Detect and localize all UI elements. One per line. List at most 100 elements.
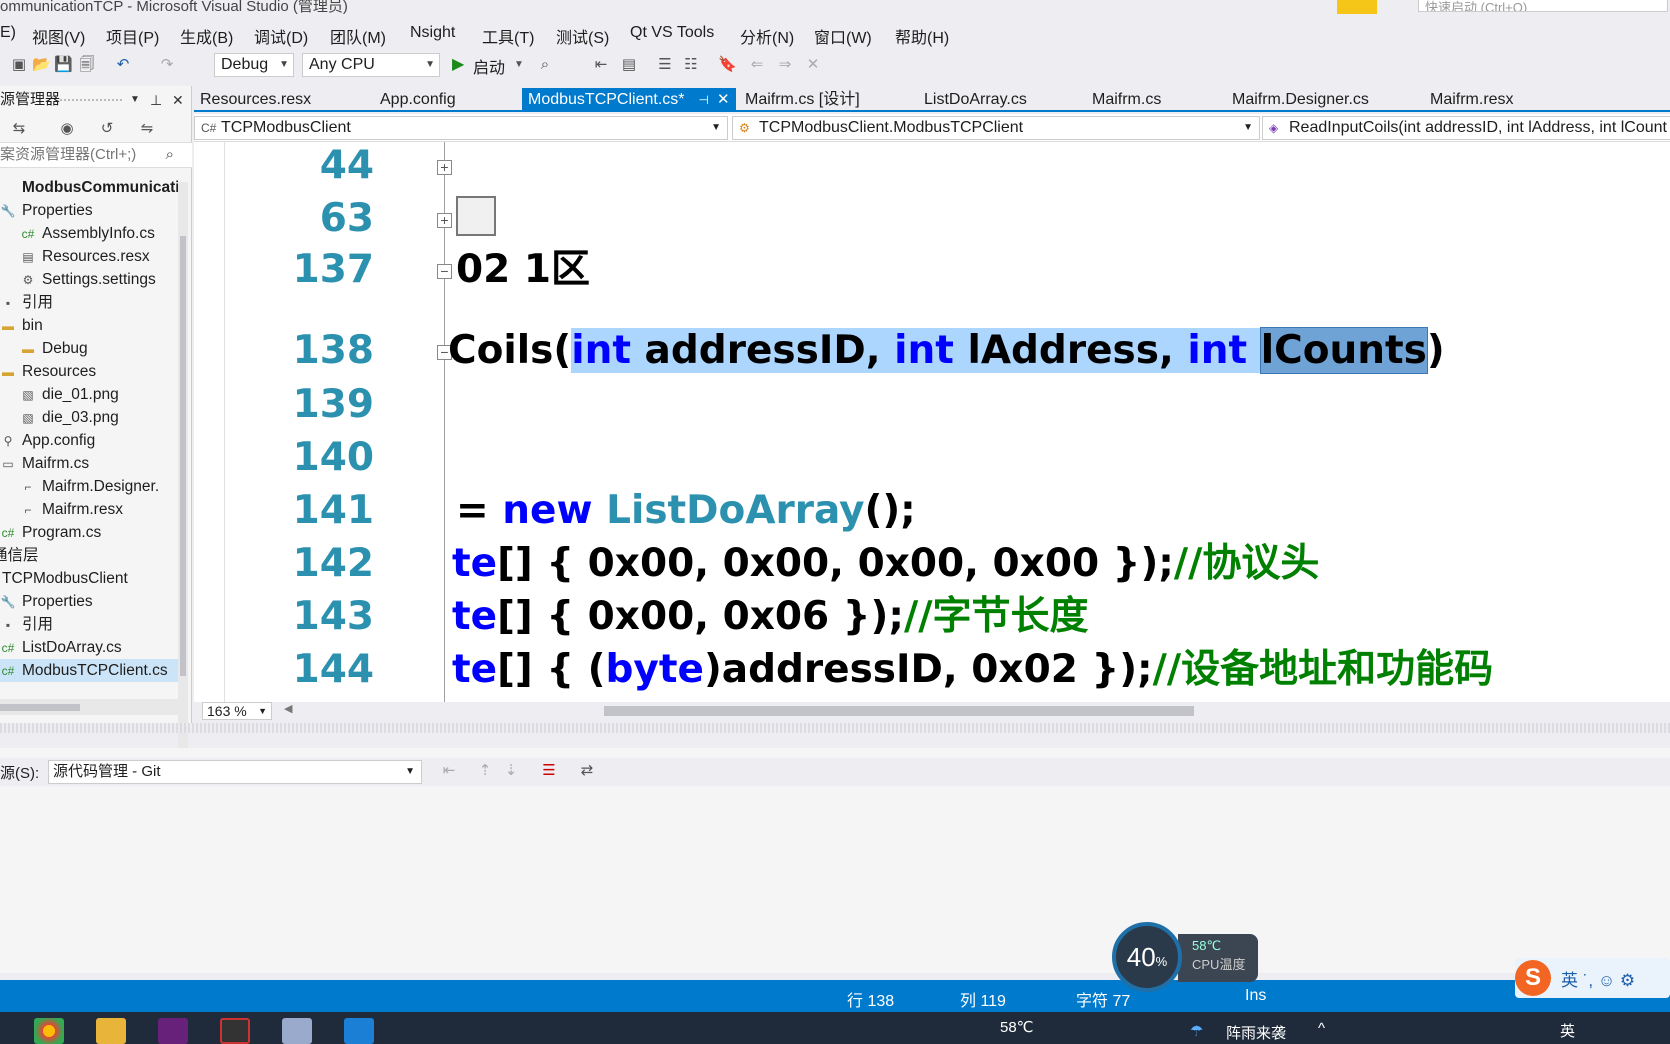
tree-item[interactable]: ▧ die_01.png [20,383,118,406]
globe-icon[interactable]: ◉ [58,120,76,138]
pin-tab-icon[interactable]: ⊣ [699,93,709,107]
start-button[interactable]: 启动 [473,54,505,78]
tab-listdoarray[interactable]: ListDoArray.cs [918,88,1033,112]
ime-toolbar[interactable]: S 英 ˙, ☺ ⚙ [1515,958,1670,998]
tab-maifrm-cs[interactable]: Maifrm.cs [1086,88,1167,112]
next-bookmark-icon[interactable]: ⇒ [776,56,794,74]
solution-horizontal-scroll-thumb[interactable] [0,704,80,711]
menu-help[interactable]: 帮助(H) [895,24,949,48]
menu-debug[interactable]: 调试(D) [254,24,308,48]
prev-bookmark-icon[interactable]: ⇐ [748,56,766,74]
menu-tools[interactable]: 工具(T) [482,24,534,48]
tab-resources-resx[interactable]: Resources.resx [194,88,317,112]
photos-icon[interactable] [344,1018,374,1044]
new-project-icon[interactable]: ▣ [10,56,28,74]
tree-item[interactable]: c# Program.cs [0,521,102,544]
tree-item[interactable]: 🔧 Properties [0,199,93,222]
save-all-icon[interactable]: 🗐 [78,56,96,74]
tree-item[interactable]: ▬ bin [0,314,43,337]
tab-app-config[interactable]: App.config [374,88,462,112]
chevron-up-icon[interactable]: ^ [1318,1020,1325,1037]
tree-item[interactable]: ▬ Resources [0,360,96,383]
close-icon[interactable]: ✕ [172,86,184,114]
clear-bookmarks-icon[interactable]: ✕ [804,56,822,74]
tab-modbustcpclient[interactable]: ModbusTCPClient.cs* ⊣ ✕ [522,88,736,112]
configuration-dropdown[interactable]: Debug ▼ [214,53,294,77]
tree-item[interactable]: ⚙ Settings.settings [20,268,156,291]
tree-item[interactable]: 通信层 [0,544,39,567]
visual-studio-icon[interactable] [158,1018,188,1044]
tree-item[interactable]: c# ListDoArray.cs [0,636,122,659]
prev-message-icon[interactable]: ⇡ [476,762,494,780]
tab-maifrm-design[interactable]: Maifrm.cs [设计] [739,88,866,112]
tree-item[interactable]: ▪ 引用 [0,613,53,636]
tree-item[interactable]: ▬ Debug [20,337,88,360]
redo-icon[interactable]: ↷ [158,56,176,74]
menu-edit[interactable]: E) [0,24,16,42]
layout-icon[interactable]: ▤ [620,56,638,74]
undo-icon[interactable]: ↶ [114,56,132,74]
sync-icon[interactable]: ⇆ [10,120,28,138]
menu-view[interactable]: 视图(V) [32,24,85,48]
word-wrap-icon[interactable]: ⇄ [578,762,596,780]
editor-horizontal-scroll-thumb[interactable] [604,706,1194,716]
tree-item[interactable]: ⌐ Maifrm.resx [20,498,122,521]
tree-item[interactable]: ⌐ Maifrm.Designer. [20,475,159,498]
taskbar-ime[interactable]: 英 [1560,1020,1575,1041]
platform-dropdown[interactable]: Any CPU ▼ [302,53,440,77]
solution-vertical-scroll-thumb[interactable] [180,236,186,676]
tree-item[interactable]: ModbusCommunicatic [0,176,178,199]
save-icon[interactable]: 💾 [54,56,73,74]
recorder-icon[interactable] [220,1018,250,1044]
collapse-icon[interactable]: − [437,264,452,279]
code-editor[interactable]: 44 + 63 + 137 − 02 1区 138 − Coils(int ad… [194,142,1670,702]
menu-project[interactable]: 项目(P) [106,24,159,48]
collapsed-region-icon[interactable] [456,196,496,236]
bookmark-icon[interactable]: 🔖 [718,56,737,74]
notification-badge[interactable] [1337,0,1377,14]
tab-maifrm-resx[interactable]: Maifrm.resx [1424,88,1520,112]
clear-all-icon[interactable]: ☰ [540,762,558,780]
tree-item[interactable]: 🔧 Properties [0,590,93,613]
search-icon[interactable]: ⌕ [166,143,174,167]
quick-launch-input[interactable]: 快速启动 (Ctrl+Q) [1418,0,1668,12]
menu-analyze[interactable]: 分析(N) [740,24,794,48]
solution-search-input[interactable]: 案资源管理器(Ctrl+;) ⌕ [0,142,192,168]
outdent-icon[interactable]: ☷ [682,56,700,74]
start-debug-icon[interactable]: ▶ [452,54,468,74]
source-dropdown[interactable]: 源代码管理 - Git ▼ [48,760,422,784]
scroll-left-icon[interactable]: ◀ [284,702,292,715]
step-icon[interactable]: ⇤ [592,56,610,74]
menu-team[interactable]: 团队(M) [330,24,386,48]
chrome-icon[interactable] [34,1018,64,1044]
file-explorer-icon[interactable] [96,1018,126,1044]
pin-icon[interactable]: ⊥ [150,86,162,114]
tab-maifrm-designer[interactable]: Maifrm.Designer.cs [1226,88,1375,112]
menu-build[interactable]: 生成(B) [180,24,233,48]
menu-window[interactable]: 窗口(W) [814,24,872,48]
open-icon[interactable]: 📂 [32,56,51,74]
start-dropdown-icon[interactable]: ▼ [510,56,528,74]
menu-nsight[interactable]: Nsight [410,24,455,42]
indent-icon[interactable]: ☰ [656,56,674,74]
tree-item[interactable]: ▭ Maifrm.cs [0,452,89,475]
tree-item[interactable]: c# AssemblyInfo.cs [20,222,155,245]
history-icon[interactable]: ↺ [98,120,116,138]
find-icon[interactable]: ⌕ [536,56,554,74]
tree-item[interactable]: ▧ die_03.png [20,406,118,429]
tree-item[interactable]: ▤ Resources.resx [20,245,149,268]
cpu-monitor-widget[interactable]: 58℃ CPU温度 40% [1112,922,1260,992]
expand-icon[interactable]: + [437,213,452,228]
switch-views-icon[interactable]: ⇋ [138,120,156,138]
tree-item[interactable]: TCPModbusClient [2,567,128,590]
close-tab-icon[interactable]: ✕ [717,91,730,108]
expand-icon[interactable]: + [437,160,452,175]
menu-test[interactable]: 测试(S) [556,24,609,48]
project-dropdown[interactable]: C# TCPModbusClient ▼ [194,116,728,140]
tree-item[interactable]: ▪ 引用 [0,291,53,314]
next-message-icon[interactable]: ⇣ [502,762,520,780]
zoom-dropdown[interactable]: 163 % ▼ [202,702,272,720]
tree-item-selected[interactable]: c# ModbusTCPClient.cs [0,659,178,682]
find-message-icon[interactable]: ⇤ [440,762,458,780]
member-dropdown[interactable]: ◈ ReadInputCoils(int addressID, int lAddr… [1262,116,1670,140]
